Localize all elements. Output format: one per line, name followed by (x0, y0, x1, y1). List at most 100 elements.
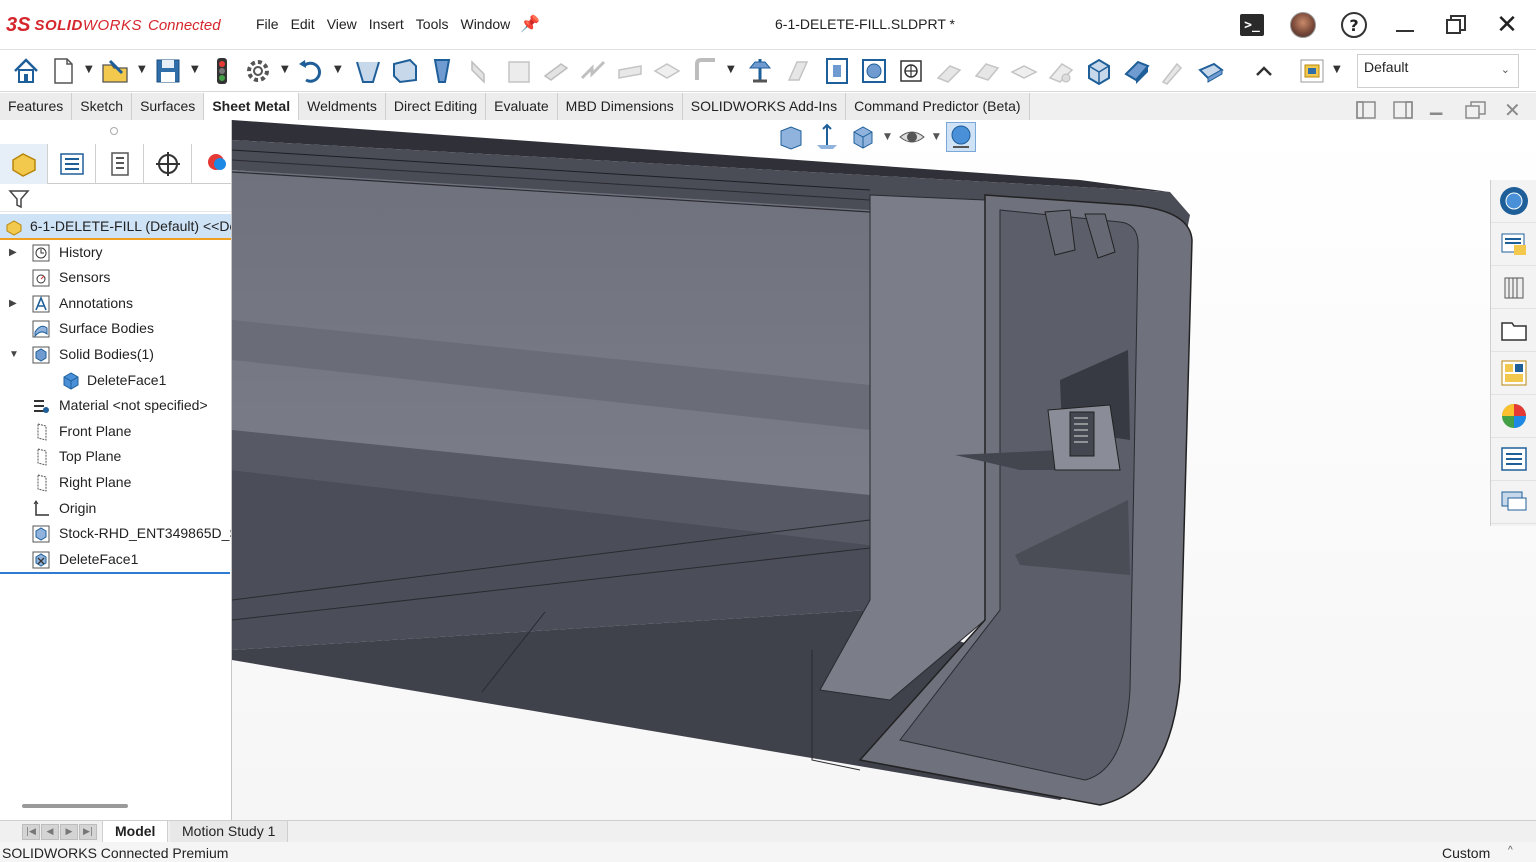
tab-command-predictor[interactable]: Command Predictor (Beta) (846, 93, 1030, 120)
appearance-scene-icon[interactable] (945, 122, 976, 152)
tab-mbd-dimensions[interactable]: MBD Dimensions (557, 93, 683, 120)
cad-model[interactable] (232, 120, 1536, 820)
chevron-down-icon[interactable]: ▼ (138, 64, 146, 75)
tab-evaluate[interactable]: Evaluate (486, 93, 558, 120)
menu-edit[interactable]: Edit (285, 16, 321, 32)
solidworks-resources-icon[interactable] (1491, 180, 1536, 223)
tree-item-front-plane[interactable]: Front Plane (0, 419, 231, 445)
chevron-up-icon[interactable]: ^ (1508, 840, 1513, 862)
view-palette-icon[interactable] (1491, 352, 1536, 395)
chevron-down-icon[interactable]: ▼ (334, 64, 342, 75)
solidworks-logo[interactable]: 3S SOLID WORKS Connected (6, 11, 221, 39)
viewport-close-icon[interactable]: ✕ (1504, 98, 1521, 122)
tree-item-stock-rhd-ent349865d-s[interactable]: Stock-RHD_ENT349865D_S (0, 521, 231, 547)
tree-item-deleteface1[interactable]: DeleteFace1 (0, 368, 231, 394)
chevron-down-icon[interactable]: ▼ (933, 132, 940, 142)
collapse-arrow-icon[interactable]: ▼ (9, 342, 19, 368)
tree-item-right-plane[interactable]: Right Plane (0, 470, 231, 496)
save-icon[interactable] (152, 55, 184, 87)
minimize-button[interactable] (1390, 10, 1420, 40)
open-document-icon[interactable] (99, 55, 131, 87)
chevron-down-icon[interactable]: ▼ (191, 64, 199, 75)
tab-solidworks-add-ins[interactable]: SOLIDWORKS Add-Ins (682, 93, 847, 120)
menu-window[interactable]: Window (454, 16, 516, 32)
configuration-manager-tab-icon[interactable] (96, 144, 144, 184)
options-gear-icon[interactable] (242, 55, 274, 87)
chevron-down-icon[interactable]: ▼ (884, 132, 891, 142)
dimxpert-manager-tab-icon[interactable] (144, 144, 192, 184)
insert-bends-icon[interactable] (1083, 55, 1115, 87)
chevron-down-icon[interactable]: ▼ (85, 64, 93, 75)
command-prompt-icon[interactable]: >_ (1237, 10, 1267, 40)
panel-splitter-handle[interactable] (110, 127, 118, 135)
unfold-icon[interactable] (895, 55, 927, 87)
rollback-bar[interactable] (0, 572, 230, 575)
menu-file[interactable]: File (250, 16, 285, 32)
close-button[interactable]: ✕ (1492, 10, 1522, 40)
menu-view[interactable]: View (321, 16, 363, 32)
base-flange-icon[interactable] (352, 55, 384, 87)
tab-features[interactable]: Features (0, 93, 73, 120)
design-library-icon[interactable] (1491, 223, 1536, 266)
forum-icon[interactable] (1491, 481, 1536, 524)
appearances-scenes-icon[interactable] (1491, 395, 1536, 438)
new-document-icon[interactable] (47, 55, 79, 87)
tab-model[interactable]: Model (102, 821, 169, 843)
last-tab-icon[interactable]: ▶| (79, 824, 97, 840)
tab-surfaces[interactable]: Surfaces (132, 93, 205, 120)
tab-weldments[interactable]: Weldments (299, 93, 386, 120)
tree-item-origin[interactable]: Origin (0, 496, 231, 522)
expand-arrow-icon[interactable]: ▶ (9, 291, 17, 317)
menu-tools[interactable]: Tools (410, 16, 455, 32)
chevron-down-icon[interactable]: ▼ (727, 64, 735, 75)
pin-icon[interactable]: 📌 (520, 14, 540, 33)
next-tab-icon[interactable]: ▶ (60, 824, 78, 840)
vent-icon[interactable] (858, 55, 890, 87)
forming-tool-icon[interactable] (744, 55, 776, 87)
convert-to-sheet-metal-icon[interactable] (389, 55, 421, 87)
property-manager-tab-icon[interactable] (48, 144, 96, 184)
configuration-dropdown[interactable]: Default ⌄ (1357, 54, 1519, 88)
chevron-down-icon[interactable]: ▼ (281, 64, 289, 75)
tree-item-deleteface1[interactable]: DeleteFace1 (0, 547, 231, 573)
view-orientation-icon[interactable] (848, 122, 878, 152)
tree-item-history[interactable]: ▶ History (0, 240, 231, 266)
home-icon[interactable] (10, 55, 42, 87)
section-view-icon[interactable] (812, 122, 842, 152)
tab-direct-editing[interactable]: Direct Editing (385, 93, 487, 120)
viewport-minimize-icon[interactable]: ▁ (1430, 96, 1442, 115)
chevron-down-icon[interactable]: ▼ (1333, 64, 1341, 75)
filter-icon[interactable] (8, 188, 30, 214)
tree-item-solid-bodies-1[interactable]: ▼ Solid Bodies(1) (0, 342, 231, 368)
collapse-ribbon-icon[interactable] (1248, 55, 1280, 87)
tab-motion-study[interactable]: Motion Study 1 (170, 821, 289, 843)
simple-hole-icon[interactable] (821, 55, 853, 87)
graphics-viewport[interactable]: Z Y X (232, 120, 1536, 820)
3d-content-central-icon[interactable] (1491, 266, 1536, 309)
shell-icon[interactable] (1121, 55, 1153, 87)
first-tab-icon[interactable]: |◀ (22, 824, 40, 840)
rebuild-traffic-light-icon[interactable] (206, 55, 238, 87)
horizontal-scrollbar[interactable] (22, 804, 128, 808)
avatar[interactable] (1288, 10, 1318, 40)
tree-item-annotations[interactable]: ▶ Annotations (0, 291, 231, 317)
expand-arrow-icon[interactable]: ▶ (9, 240, 17, 266)
tree-item-top-plane[interactable]: Top Plane (0, 444, 231, 470)
undo-icon[interactable] (295, 55, 327, 87)
tree-item-sensors[interactable]: Sensors (0, 265, 231, 291)
tab-sheet-metal[interactable]: Sheet Metal (204, 93, 300, 120)
menu-insert[interactable]: Insert (363, 16, 410, 32)
lofted-bend-icon[interactable] (426, 55, 458, 87)
maximize-button[interactable] (1441, 10, 1471, 40)
help-icon[interactable]: ? (1339, 10, 1369, 40)
tree-item-surface-bodies[interactable]: Surface Bodies (0, 316, 231, 342)
hide-show-items-icon[interactable] (897, 122, 927, 152)
display-manager-tab-icon[interactable] (192, 144, 231, 184)
command-manager-options-icon[interactable] (1296, 55, 1328, 87)
file-explorer-icon[interactable] (1491, 309, 1536, 352)
tree-root-part[interactable]: 6-1-DELETE-FILL (Default) <<Default> (0, 214, 231, 240)
previous-tab-icon[interactable]: ◀ (41, 824, 59, 840)
unit-system-selector[interactable]: Custom (1442, 842, 1490, 862)
tab-sketch[interactable]: Sketch (72, 93, 133, 120)
tree-item-material-not-specified[interactable]: Material <not specified> (0, 393, 231, 419)
